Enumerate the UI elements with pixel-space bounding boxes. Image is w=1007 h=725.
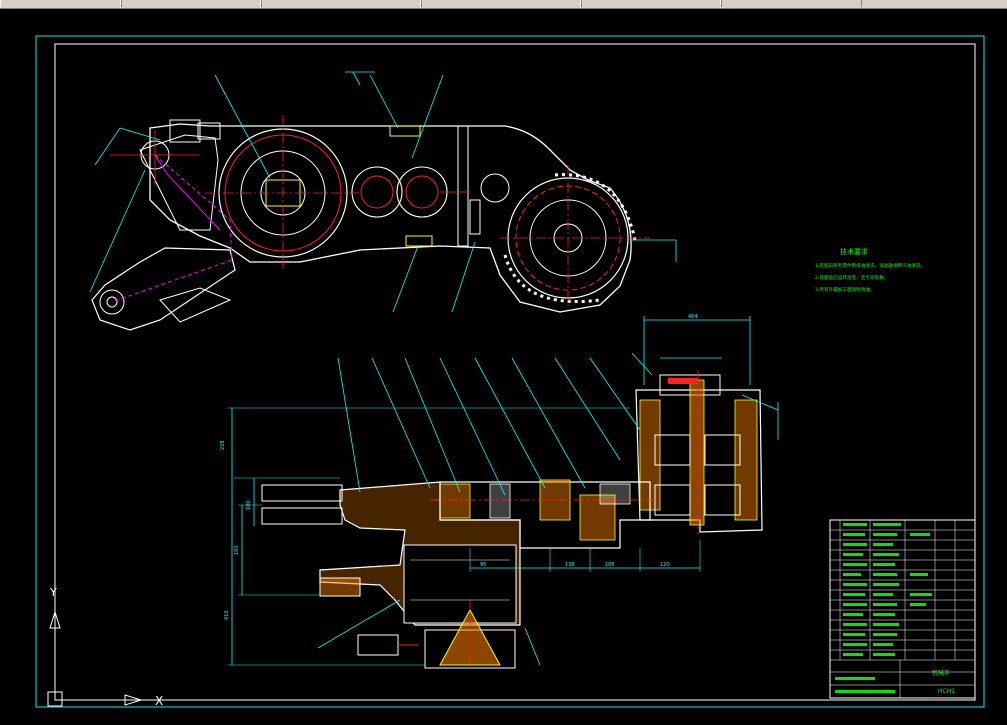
dim-d3: 410 [224, 610, 230, 620]
top-view [89, 71, 677, 331]
title-block-number: HCH1 [938, 688, 955, 695]
tech-req-line-2: 2.装配后应运转灵活，无卡滞现象。 [815, 274, 888, 281]
dim-d7: 138 [565, 562, 575, 568]
title-block-name: 机械手 [932, 669, 950, 677]
tech-req-title: 技术要求 [840, 247, 868, 256]
drawing-canvas[interactable]: 技术要求 1.装配前所有零件用煤油清洗，滚动轴承用汽油清洗。 2.装配后应运转灵… [0, 8, 1007, 721]
toolbar-segment[interactable] [580, 0, 722, 7]
title-block: 机械手 HCH1 [829, 519, 976, 699]
toolbar-segment[interactable] [120, 0, 262, 7]
dim-d8: 105 [605, 562, 615, 568]
toolbar-segment[interactable] [0, 0, 122, 7]
ucs-x-label: X [155, 694, 163, 708]
dim-d1: 120 [660, 562, 670, 568]
toolbar-segment[interactable] [260, 0, 422, 7]
dim-d5: 100 [246, 500, 252, 510]
tech-req-line-3: 3.所有外露加工面涂防锈油。 [815, 286, 875, 293]
technical-requirements: 技术要求 1.装配前所有零件用煤油清洗，滚动轴承用汽油清洗。 2.装配后应运转灵… [815, 247, 925, 293]
tech-req-line-1: 1.装配前所有零件用煤油清洗，滚动轴承用汽油清洗。 [815, 262, 925, 269]
dim-top-width: 404 [688, 314, 698, 320]
ucs-y-label: Y [49, 586, 57, 599]
dim-d6: 95 [480, 562, 486, 568]
dim-d4: 160 [234, 545, 240, 555]
toolbar-segment[interactable] [720, 0, 862, 7]
dim-d2: 228 [220, 440, 226, 450]
ucs-icon: Y X [47, 586, 163, 708]
cad-drawing: 技术要求 1.装配前所有零件用煤油清洗，滚动轴承用汽油清洗。 2.装配后应运转灵… [35, 35, 985, 708]
section-view: 404 228 160 100 95 138 105 120 410 [220, 314, 779, 672]
toolbar-segment[interactable] [420, 0, 582, 7]
